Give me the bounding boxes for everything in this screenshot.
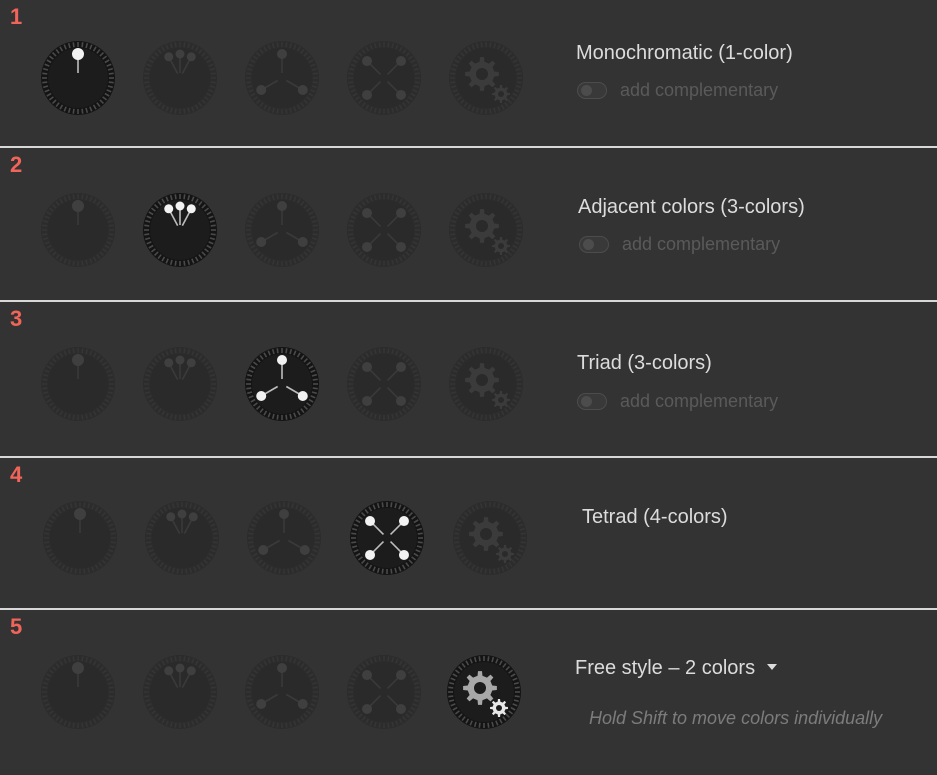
monochromatic-wheel-button[interactable] xyxy=(38,652,118,732)
tetrad-wheel-icon xyxy=(347,655,421,729)
adjacent-wheel-button[interactable] xyxy=(140,190,220,270)
toggle-knob xyxy=(581,396,592,407)
complementary-toggle[interactable]: add complementary xyxy=(577,391,778,412)
adjacent-wheel-button[interactable] xyxy=(140,38,220,118)
complementary-label: add complementary xyxy=(622,234,781,254)
row-number: 2 xyxy=(10,152,23,177)
mono-wheel-icon xyxy=(41,41,115,115)
shift-hint: Hold Shift to move colors individually xyxy=(589,708,883,728)
triad-wheel-button[interactable] xyxy=(242,344,322,424)
monochromatic-wheel-button[interactable] xyxy=(38,344,118,424)
harmony-row-4: 4 Tetrad (4-colors) xyxy=(0,458,937,608)
harmony-label: Free style – 2 colors xyxy=(575,657,756,679)
triad-wheel-icon xyxy=(245,655,319,729)
adjacent-wheel-button[interactable] xyxy=(140,652,220,732)
harmony-label: Triad (3-colors) xyxy=(577,352,712,374)
toggle-knob xyxy=(581,85,592,96)
free-wheel-icon xyxy=(449,193,523,267)
tetrad-wheel-button[interactable] xyxy=(344,344,424,424)
tetrad-wheel-icon xyxy=(347,41,421,115)
complementary-label: add complementary xyxy=(620,391,779,411)
free-wheel-icon xyxy=(453,501,527,575)
adjacent-wheel-icon xyxy=(145,501,219,575)
row-number: 1 xyxy=(10,4,23,29)
mono-wheel-icon xyxy=(41,193,115,267)
triad-wheel-icon xyxy=(245,193,319,267)
adjacent-wheel-button[interactable] xyxy=(140,344,220,424)
toggle-knob xyxy=(583,239,594,250)
complementary-toggle[interactable]: add complementary xyxy=(577,80,778,101)
tetrad-wheel-button[interactable] xyxy=(347,498,427,578)
adjacent-wheel-icon xyxy=(143,655,217,729)
adjacent-wheel-icon xyxy=(143,41,217,115)
monochromatic-wheel-button[interactable] xyxy=(40,498,120,578)
free-style-wheel-button[interactable] xyxy=(446,190,526,270)
tetrad-wheel-button[interactable] xyxy=(344,652,424,732)
complementary-label: add complementary xyxy=(620,80,779,100)
mono-wheel-icon xyxy=(43,501,117,575)
harmony-label: Tetrad (4-colors) xyxy=(582,506,728,528)
row-number: 5 xyxy=(10,614,23,639)
tetrad-wheel-button[interactable] xyxy=(344,190,424,270)
chevron-down-icon xyxy=(767,663,778,670)
toggle-switch[interactable] xyxy=(577,82,607,99)
row-number: 3 xyxy=(10,306,23,331)
harmony-row-5: 5 Free style – 2 colors Hold Shift to mo… xyxy=(0,610,937,775)
monochromatic-wheel-button[interactable] xyxy=(38,190,118,270)
triad-wheel-icon xyxy=(245,347,319,421)
triad-wheel-icon xyxy=(245,41,319,115)
complementary-toggle[interactable]: add complementary xyxy=(579,234,780,255)
harmony-row-3: 3 Triad (3-colors) add complementary xyxy=(0,302,937,456)
free-style-wheel-button[interactable] xyxy=(446,344,526,424)
adjacent-wheel-icon xyxy=(143,347,217,421)
tetrad-wheel-icon xyxy=(347,193,421,267)
free-style-dropdown[interactable]: Free style – 2 colors xyxy=(575,657,778,680)
monochromatic-wheel-button[interactable] xyxy=(38,38,118,118)
tetrad-wheel-icon xyxy=(350,501,424,575)
free-style-wheel-button[interactable] xyxy=(446,38,526,118)
color-harmony-modes-panel: 1 Monochromatic (1-color) add complement… xyxy=(0,0,937,775)
toggle-switch[interactable] xyxy=(579,236,609,253)
free-wheel-icon xyxy=(449,41,523,115)
free-style-wheel-button[interactable] xyxy=(450,498,530,578)
mono-wheel-icon xyxy=(41,655,115,729)
triad-wheel-button[interactable] xyxy=(242,652,322,732)
harmony-row-2: 2 Adjacent colors (3-colors) add complem… xyxy=(0,148,937,300)
adjacent-wheel-button[interactable] xyxy=(142,498,222,578)
harmony-label: Monochromatic (1-color) xyxy=(576,42,793,64)
row-number: 4 xyxy=(10,462,23,487)
mono-wheel-icon xyxy=(41,347,115,421)
triad-wheel-icon xyxy=(247,501,321,575)
free-wheel-icon xyxy=(447,655,521,729)
free-style-wheel-button[interactable] xyxy=(444,652,524,732)
harmony-row-1: 1 Monochromatic (1-color) add complement… xyxy=(0,0,937,146)
triad-wheel-button[interactable] xyxy=(242,38,322,118)
tetrad-wheel-button[interactable] xyxy=(344,38,424,118)
triad-wheel-button[interactable] xyxy=(244,498,324,578)
toggle-switch[interactable] xyxy=(577,393,607,410)
adjacent-wheel-icon xyxy=(143,193,217,267)
triad-wheel-button[interactable] xyxy=(242,190,322,270)
harmony-label: Adjacent colors (3-colors) xyxy=(578,196,805,218)
free-wheel-icon xyxy=(449,347,523,421)
tetrad-wheel-icon xyxy=(347,347,421,421)
